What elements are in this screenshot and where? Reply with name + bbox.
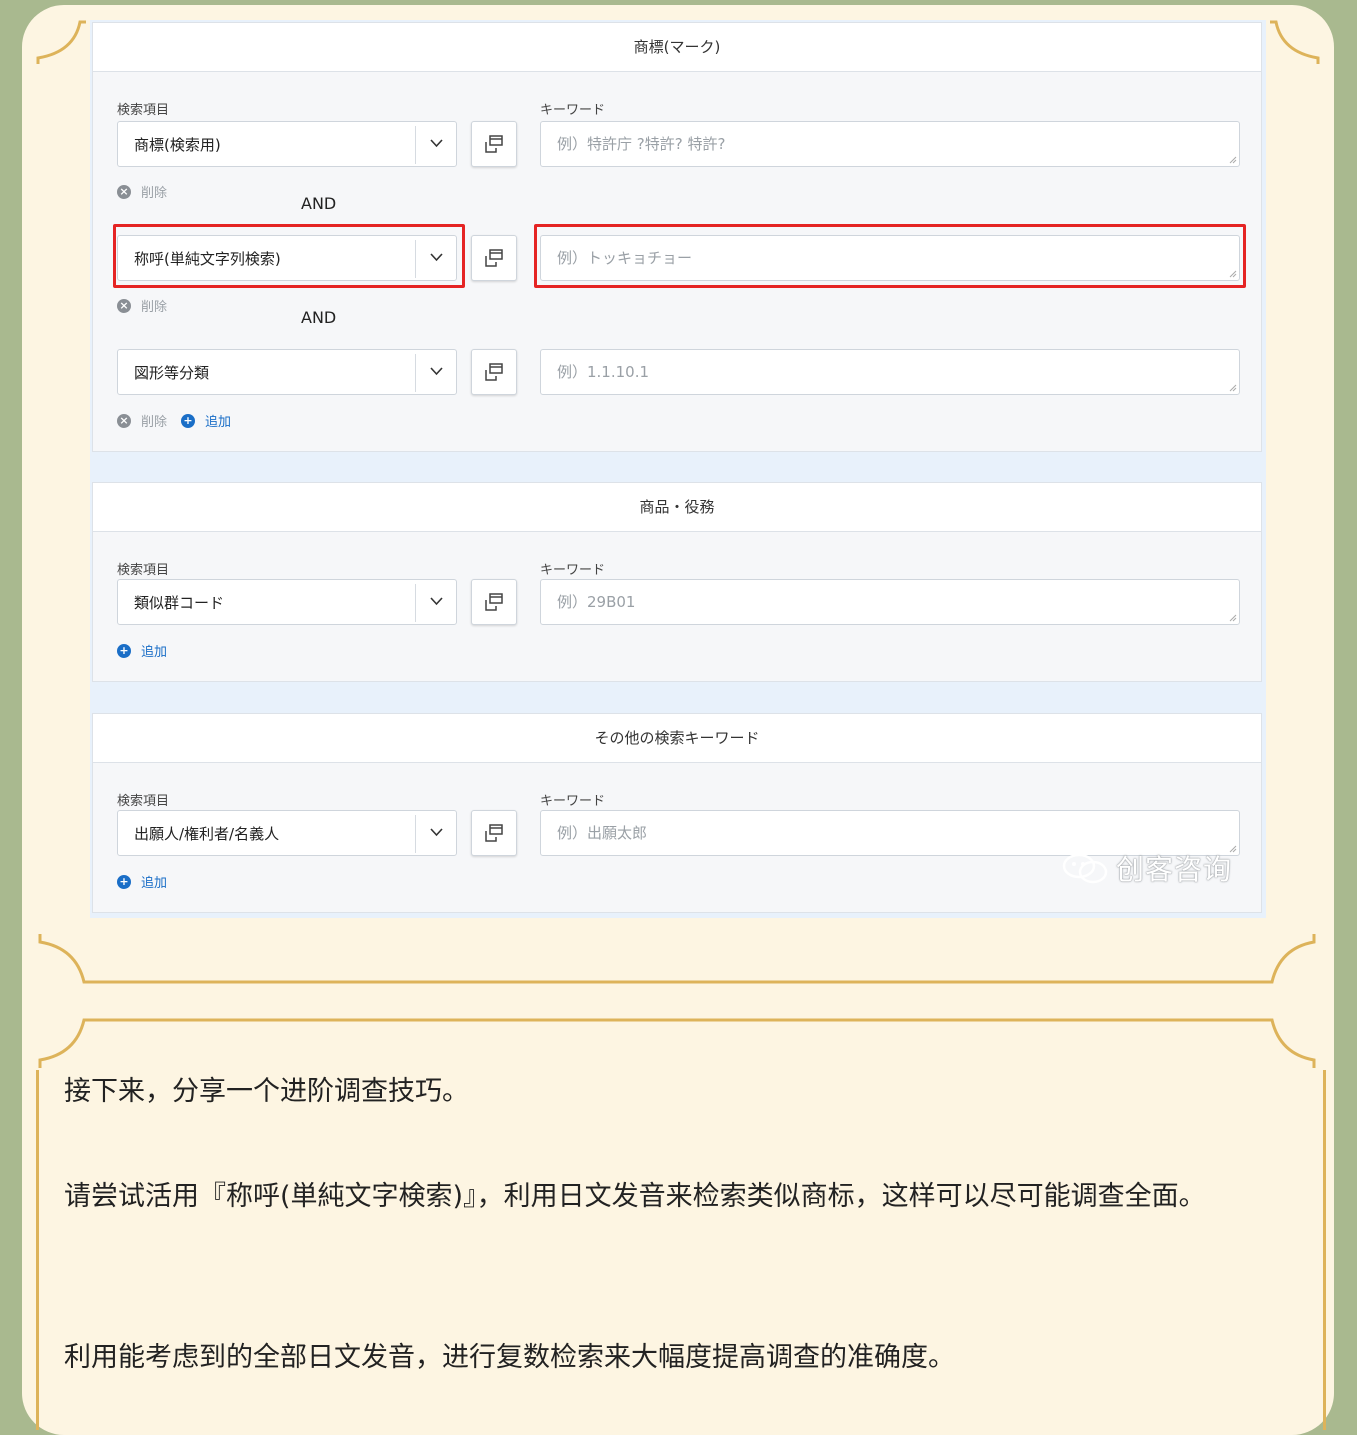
panel-goods-services: 商品・役務 検索項目 キーワード 類似群コード 例）29B01 + 追加 xyxy=(92,482,1262,682)
search-item-label: 検索項目 xyxy=(117,103,170,118)
chevron-down-icon xyxy=(430,139,443,148)
chevron-down-icon xyxy=(430,367,443,376)
trademark-search-form: 商標(マーク) 検索項目 キーワード 商標(検索用) 例）特許庁 ?特許? 特許… xyxy=(90,20,1266,918)
keyword-placeholder: 例）29B01 xyxy=(557,593,636,611)
panel-title: 商品・役務 xyxy=(93,483,1261,532)
search-item-label: 検索項目 xyxy=(117,794,170,809)
select-value: 類似群コード xyxy=(134,594,225,612)
resize-grip-icon[interactable] xyxy=(1229,614,1237,622)
watermark-text: 创客咨询 xyxy=(1116,853,1233,886)
row-actions: × 削除 + 追加 xyxy=(117,411,231,430)
keyword-label: キーワード xyxy=(540,103,606,118)
keyword-input[interactable]: 例）1.1.10.1 xyxy=(540,349,1240,395)
chevron-down-icon xyxy=(430,597,443,606)
search-item-select[interactable]: 類似群コード xyxy=(117,579,457,625)
copy-icon xyxy=(485,593,503,611)
row-actions: × 削除 xyxy=(117,182,181,201)
copy-row-button[interactable] xyxy=(471,235,517,281)
add-link[interactable]: 追加 xyxy=(205,411,231,430)
keyword-placeholder: 例）出願太郎 xyxy=(557,824,648,842)
delete-link[interactable]: 削除 xyxy=(141,182,167,201)
search-item-label: 検索項目 xyxy=(117,563,170,578)
select-divider xyxy=(415,584,416,622)
add-link[interactable]: 追加 xyxy=(141,872,167,891)
add-icon[interactable]: + xyxy=(117,643,131,658)
copy-icon xyxy=(485,249,503,267)
copy-icon xyxy=(485,135,503,153)
row-actions: × 削除 xyxy=(117,296,181,315)
highlight-box-select xyxy=(113,224,465,288)
panel-title: 商標(マーク) xyxy=(93,23,1261,72)
search-item-select[interactable]: 図形等分類 xyxy=(117,349,457,395)
search-item-select[interactable]: 出願人/権利者/名義人 xyxy=(117,810,457,856)
copy-icon xyxy=(485,824,503,842)
select-value: 出願人/権利者/名義人 xyxy=(134,825,280,843)
resize-grip-icon[interactable] xyxy=(1229,156,1237,164)
delete-link[interactable]: 削除 xyxy=(141,411,167,430)
delete-icon[interactable]: × xyxy=(117,413,131,428)
add-icon[interactable]: + xyxy=(181,413,196,428)
keyword-placeholder: 例）特許庁 ?特許? 特許? xyxy=(557,135,726,153)
select-divider xyxy=(415,354,416,392)
keyword-input[interactable]: 例）29B01 xyxy=(540,579,1240,625)
panel-trademark: 商標(マーク) 検索項目 キーワード 商標(検索用) 例）特許庁 ?特許? 特許… xyxy=(92,22,1262,452)
copy-row-button[interactable] xyxy=(471,349,517,395)
copy-icon xyxy=(485,363,503,381)
keyword-label: キーワード xyxy=(540,794,606,809)
select-value: 図形等分類 xyxy=(134,364,210,382)
keyword-label: キーワード xyxy=(540,563,606,578)
panel-title: その他の検索キーワード xyxy=(93,714,1261,763)
resize-grip-icon[interactable] xyxy=(1229,384,1237,392)
copy-row-button[interactable] xyxy=(471,121,517,167)
select-divider xyxy=(415,126,416,164)
search-item-select[interactable]: 商標(検索用) xyxy=(117,121,457,167)
add-icon[interactable]: + xyxy=(117,874,131,889)
and-connector: AND xyxy=(301,194,337,213)
chevron-down-icon xyxy=(430,828,443,837)
row-actions: + 追加 xyxy=(117,872,167,891)
watermark: 创客咨询 xyxy=(1062,848,1232,888)
article-paragraph-1: 接下来，分享一个进阶调查技巧。 xyxy=(64,1076,469,1107)
keyword-placeholder: 例）1.1.10.1 xyxy=(557,363,650,381)
copy-row-button[interactable] xyxy=(471,810,517,856)
copy-row-button[interactable] xyxy=(471,579,517,625)
highlight-box-keyword xyxy=(534,224,1246,288)
and-connector: AND xyxy=(301,308,337,327)
delete-icon[interactable]: × xyxy=(117,184,131,199)
article-paragraph-3: 利用能考虑到的全部日文发音，进行复数检索来大幅度提高调查的准确度。 xyxy=(64,1342,955,1373)
article-paragraph-2: 请尝试活用『称呼(単純文字検索)』，利用日文发音来检索类似商标，这样可以尽可能调… xyxy=(64,1181,1206,1212)
select-value: 商標(検索用) xyxy=(134,136,221,154)
delete-link[interactable]: 削除 xyxy=(141,296,167,315)
delete-icon[interactable]: × xyxy=(117,298,131,313)
select-divider xyxy=(415,815,416,853)
wechat-icon xyxy=(1062,853,1108,884)
keyword-input[interactable]: 例）特許庁 ?特許? 特許? xyxy=(540,121,1240,167)
row-actions: + 追加 xyxy=(117,641,167,660)
add-link[interactable]: 追加 xyxy=(141,641,167,660)
